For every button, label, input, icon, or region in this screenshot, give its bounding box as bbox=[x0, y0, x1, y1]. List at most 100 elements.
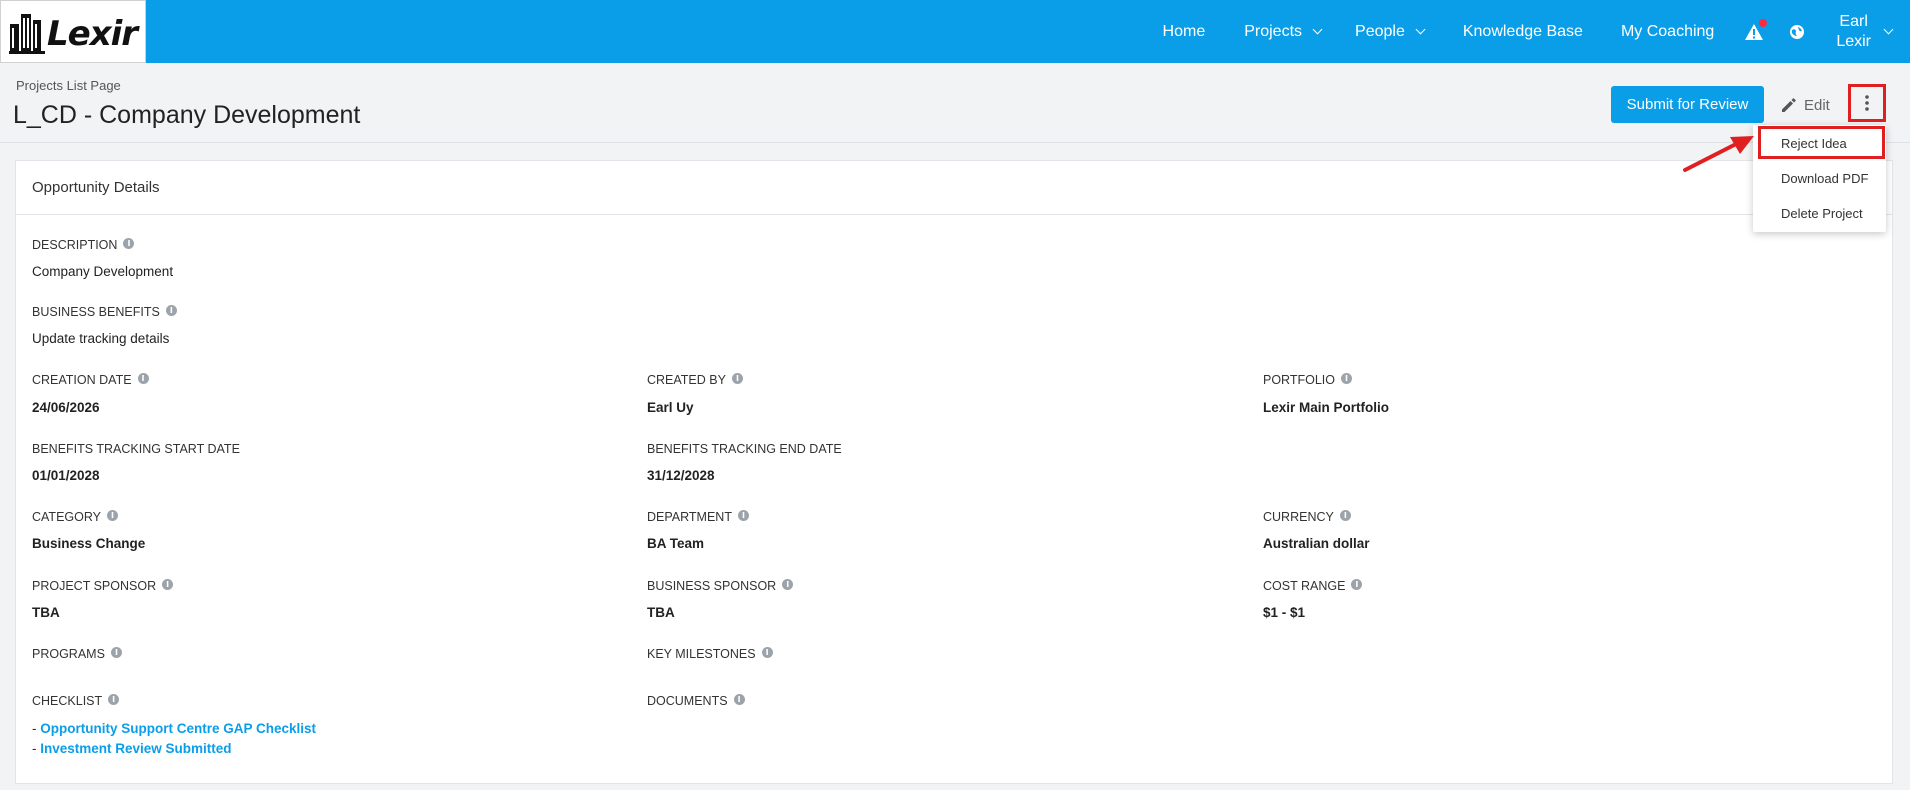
more-options-menu: Reject Idea Download PDF Delete Project bbox=[1753, 125, 1886, 232]
top-navigation-bar: Lexir Home Projects People Knowledge Bas… bbox=[0, 0, 1910, 63]
checklist-label: CHECKLIST i bbox=[32, 693, 120, 708]
currency-label-text: CURRENCY bbox=[1263, 510, 1334, 524]
header-divider bbox=[0, 142, 1910, 143]
chevron-down-icon bbox=[1312, 24, 1323, 35]
notifications-button[interactable] bbox=[1743, 18, 1768, 43]
creation-date-label: CREATION DATE i bbox=[32, 372, 149, 387]
info-icon[interactable]: i bbox=[165, 304, 177, 316]
bt-end-value: 31/12/2028 bbox=[647, 468, 715, 483]
bt-end-label: BENEFITS TRACKING END DATE bbox=[647, 442, 842, 456]
info-icon[interactable]: i bbox=[123, 237, 135, 249]
key-milestones-label-text: KEY MILESTONES bbox=[647, 647, 756, 661]
created-by-label-text: CREATED BY bbox=[647, 373, 726, 387]
nav-my-coaching[interactable]: My Coaching bbox=[1621, 23, 1714, 41]
alert-icon bbox=[1743, 18, 1768, 43]
main-nav: Home Projects People Knowledge Base My C… bbox=[1163, 0, 1910, 63]
business-benefits-label: BUSINESS BENEFITS i bbox=[32, 304, 177, 319]
creation-date-value: 24/06/2026 bbox=[32, 400, 100, 415]
bt-start-value: 01/01/2028 bbox=[32, 468, 100, 483]
description-label-text: DESCRIPTION bbox=[32, 238, 118, 252]
nav-projects[interactable]: Projects bbox=[1244, 22, 1323, 41]
description-value: Company Development bbox=[32, 264, 174, 279]
page-title: L_CD - Company Development bbox=[13, 101, 361, 129]
cost-range-label-text: COST RANGE bbox=[1263, 579, 1346, 593]
checklist-link[interactable]: Investment Review Submitted bbox=[40, 741, 231, 756]
currency-label: CURRENCY i bbox=[1263, 509, 1351, 524]
nav-projects-label: Projects bbox=[1244, 22, 1303, 40]
arrow-annotation-icon bbox=[1683, 136, 1754, 172]
business-benefits-label-text: BUSINESS BENEFITS bbox=[32, 305, 160, 319]
language-button[interactable] bbox=[1789, 24, 1805, 40]
documents-label: DOCUMENTS i bbox=[647, 693, 745, 708]
chevron-down-icon bbox=[1415, 24, 1426, 35]
created-by-value: Earl Uy bbox=[647, 400, 694, 415]
nav-knowledge-base[interactable]: Knowledge Base bbox=[1463, 23, 1583, 41]
menu-item-reject-idea[interactable]: Reject Idea bbox=[1753, 127, 1886, 159]
bt-start-label-text: BENEFITS TRACKING START DATE bbox=[32, 442, 240, 456]
description-label: DESCRIPTION i bbox=[32, 237, 135, 252]
documents-label-text: DOCUMENTS bbox=[647, 694, 728, 708]
creation-date-label-text: CREATION DATE bbox=[32, 373, 132, 387]
user-last-name: Lexir bbox=[1836, 32, 1871, 50]
checklist-link[interactable]: Opportunity Support Centre GAP Checklist bbox=[40, 721, 316, 736]
nav-people[interactable]: People bbox=[1355, 22, 1426, 41]
bt-end-label-text: BENEFITS TRACKING END DATE bbox=[647, 442, 842, 456]
chevron-down-icon bbox=[1883, 24, 1894, 35]
department-label: DEPARTMENT i bbox=[647, 509, 749, 524]
info-icon[interactable]: i bbox=[137, 372, 149, 384]
kebab-menu-icon bbox=[1865, 95, 1869, 111]
business-sponsor-label: BUSINESS SPONSOR i bbox=[647, 578, 794, 593]
card-title: Opportunity Details bbox=[16, 161, 1892, 215]
info-icon[interactable]: i bbox=[761, 646, 773, 658]
info-icon[interactable]: i bbox=[782, 578, 794, 590]
created-by-label: CREATED BY i bbox=[647, 372, 743, 387]
info-icon[interactable]: i bbox=[733, 693, 745, 705]
brand-name: Lexir bbox=[47, 13, 138, 54]
info-icon[interactable]: i bbox=[110, 646, 122, 658]
project-sponsor-value: TBA bbox=[32, 605, 60, 620]
project-sponsor-label-text: PROJECT SPONSOR bbox=[32, 579, 157, 593]
project-sponsor-label: PROJECT SPONSOR i bbox=[32, 578, 174, 593]
alert-badge bbox=[1759, 18, 1768, 27]
checklist-label-text: CHECKLIST bbox=[32, 694, 103, 708]
portfolio-label-text: PORTFOLIO bbox=[1263, 373, 1336, 387]
department-label-text: DEPARTMENT bbox=[647, 510, 732, 524]
info-icon[interactable]: i bbox=[1339, 509, 1351, 521]
more-options-button[interactable] bbox=[1848, 84, 1886, 122]
info-icon[interactable]: i bbox=[108, 693, 120, 705]
portfolio-value: Lexir Main Portfolio bbox=[1263, 400, 1390, 415]
info-icon[interactable]: i bbox=[731, 372, 743, 384]
edit-button[interactable]: Edit bbox=[1780, 92, 1830, 118]
info-icon[interactable]: i bbox=[737, 509, 749, 521]
nav-people-label: People bbox=[1355, 22, 1405, 40]
breadcrumb[interactable]: Projects List Page bbox=[16, 78, 121, 93]
menu-item-download-pdf[interactable]: Download PDF bbox=[1753, 162, 1886, 194]
pencil-icon bbox=[1782, 98, 1796, 112]
checklist-item: - Opportunity Support Centre GAP Checkli… bbox=[32, 721, 317, 736]
menu-item-delete-project[interactable]: Delete Project bbox=[1753, 197, 1886, 229]
business-benefits-value: Update tracking details bbox=[32, 331, 170, 346]
info-icon[interactable]: i bbox=[1351, 578, 1363, 590]
business-sponsor-label-text: BUSINESS SPONSOR bbox=[647, 579, 777, 593]
programs-label: PROGRAMS i bbox=[32, 646, 122, 661]
info-icon[interactable]: i bbox=[107, 509, 118, 521]
brand-logo[interactable]: Lexir bbox=[0, 0, 146, 63]
category-label-text: CATEGORY bbox=[32, 510, 101, 524]
cost-range-label: COST RANGE i bbox=[1263, 578, 1363, 593]
programs-label-text: PROGRAMS bbox=[32, 647, 105, 661]
department-value: BA Team bbox=[647, 536, 705, 551]
user-first-name: Earl bbox=[1839, 12, 1868, 30]
checklist-item: - Investment Review Submitted bbox=[32, 741, 232, 756]
opportunity-details-card: Opportunity Details DESCRIPTION i Compan… bbox=[15, 160, 1893, 784]
building-logo-icon bbox=[9, 13, 45, 54]
bt-start-label: BENEFITS TRACKING START DATE bbox=[32, 442, 240, 456]
info-icon[interactable]: i bbox=[1341, 372, 1353, 384]
submit-for-review-button[interactable]: Submit for Review bbox=[1611, 86, 1764, 123]
cost-range-value: $1 - $1 bbox=[1263, 605, 1306, 620]
info-icon[interactable]: i bbox=[162, 578, 174, 590]
business-sponsor-value: TBA bbox=[647, 605, 675, 620]
user-name: Earl Lexir bbox=[1836, 12, 1871, 52]
user-menu[interactable]: Earl Lexir bbox=[1836, 12, 1894, 52]
portfolio-label: PORTFOLIO i bbox=[1263, 372, 1353, 387]
nav-home[interactable]: Home bbox=[1163, 23, 1206, 41]
